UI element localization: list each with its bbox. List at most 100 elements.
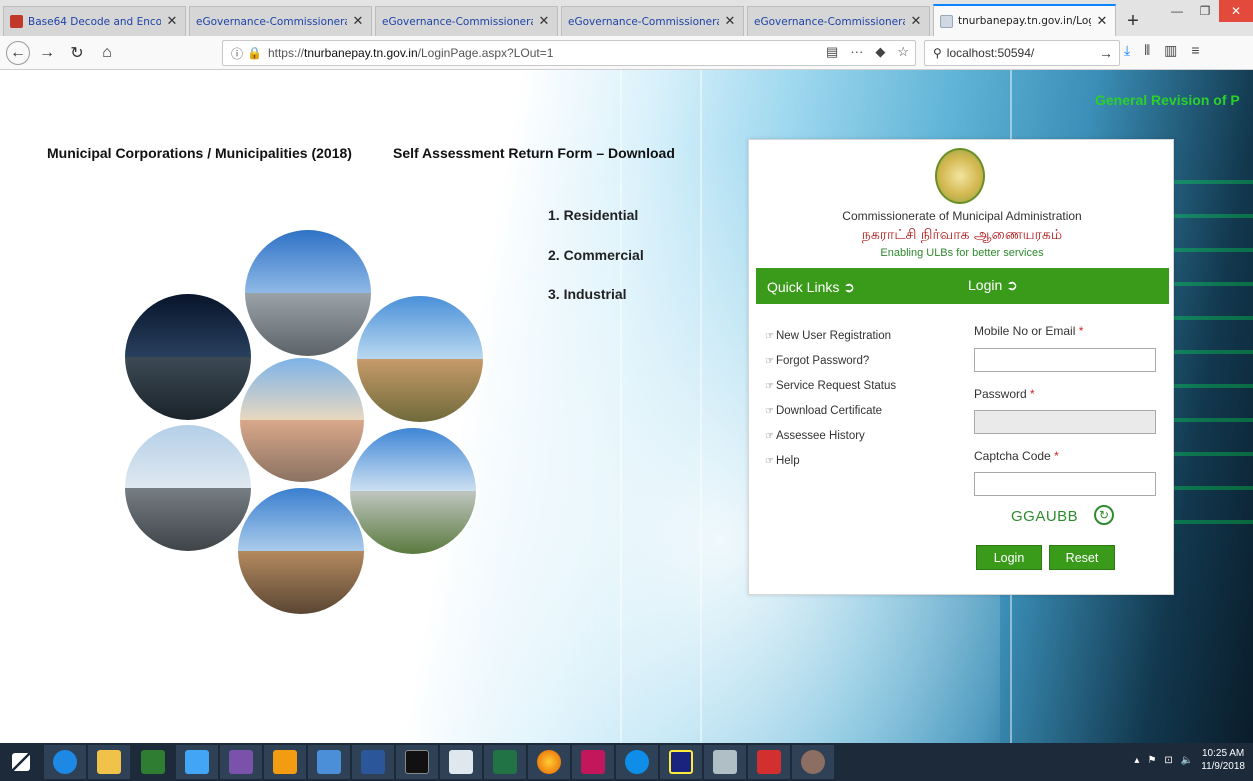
tray-overflow-icon[interactable]: ▴ bbox=[1134, 755, 1139, 766]
download-icon[interactable]: ⤓ bbox=[1124, 42, 1130, 59]
base64-favicon-icon bbox=[10, 15, 23, 28]
bookmark-star-icon[interactable]: ☆ bbox=[897, 44, 909, 60]
browser-tab[interactable]: eGovernance-Commissionerate ✕ bbox=[375, 6, 558, 36]
photos-icon[interactable] bbox=[176, 745, 218, 779]
browser-tab[interactable]: Base64 Decode and Encode ✕ bbox=[3, 6, 186, 36]
notepad-icon[interactable] bbox=[440, 745, 482, 779]
browser-tab[interactable]: eGovernance-Commissionerate ✕ bbox=[189, 6, 372, 36]
firefox-icon[interactable] bbox=[528, 745, 570, 779]
pointing-hand-icon: ☞ bbox=[765, 331, 774, 342]
municipal-heading: Municipal Corporations / Municipalities … bbox=[47, 145, 352, 161]
login-button[interactable]: Login bbox=[976, 545, 1042, 570]
new-user-registration-link[interactable]: ☞ New User Registration bbox=[765, 330, 896, 355]
search-input[interactable]: localhost:50594/ bbox=[947, 46, 1034, 60]
tab-title: eGovernance-Commissionerate bbox=[196, 15, 347, 28]
address-bar[interactable]: ⓘ 🔒 https://tnurbanepay.tn.gov.in/LoginP… bbox=[222, 40, 916, 66]
snipping-icon[interactable] bbox=[572, 745, 614, 779]
browser-nav-bar: ← → ↻ ⌂ ⓘ 🔒 https://tnurbanepay.tn.gov.i… bbox=[0, 36, 1253, 70]
close-tab-icon[interactable]: ✕ bbox=[537, 14, 551, 29]
visual-studio-icon[interactable] bbox=[220, 745, 262, 779]
search-icon: ⚲ bbox=[933, 46, 942, 60]
highway-traffic-image bbox=[125, 425, 251, 551]
forgot-password-link[interactable]: ☞ Forgot Password? bbox=[765, 355, 896, 380]
network-icon[interactable]: ⊡ bbox=[1164, 755, 1172, 766]
password-input[interactable] bbox=[974, 410, 1156, 434]
page-content: General Revision of P Municipal Corporat… bbox=[0, 70, 1253, 743]
browser-tab[interactable]: eGovernance-Commissionerate ✕ bbox=[747, 6, 930, 36]
org-name-tamil: நகராட்சி நிர்வாக ஆணையரகம் bbox=[861, 227, 1063, 243]
outlook-icon[interactable] bbox=[264, 745, 306, 779]
menu-icon[interactable]: ≡ bbox=[1191, 42, 1199, 59]
browser-tab[interactable]: eGovernance-Commissionerate ✕ bbox=[561, 6, 744, 36]
self-assessment-heading: Self Assessment Return Form – Download bbox=[393, 145, 675, 161]
flag-icon[interactable]: ⚑ bbox=[1147, 755, 1156, 766]
back-icon[interactable]: ← bbox=[6, 40, 30, 65]
server-rack-graphic bbox=[1173, 150, 1253, 550]
pointing-hand-icon: ☞ bbox=[765, 406, 774, 417]
volume-icon[interactable]: 🔈 bbox=[1181, 755, 1193, 766]
close-tab-icon[interactable]: ✕ bbox=[909, 14, 923, 29]
system-tray: ▴ ⚑ ⊡ 🔈 10:25 AM 11/9/2018 bbox=[1134, 747, 1245, 773]
close-tab-icon[interactable]: ✕ bbox=[351, 14, 365, 29]
sticky-icon[interactable] bbox=[660, 745, 702, 779]
forward-icon[interactable]: → bbox=[34, 40, 60, 66]
commercial-link[interactable]: 2. Commercial bbox=[548, 247, 644, 263]
refresh-captcha-icon[interactable]: ↻ bbox=[1094, 505, 1114, 525]
apartment-building-image bbox=[240, 358, 364, 482]
clock[interactable]: 10:25 AM 11/9/2018 bbox=[1201, 747, 1245, 773]
acrobat-icon[interactable] bbox=[748, 745, 790, 779]
page-actions-icon[interactable]: ··· bbox=[850, 44, 863, 60]
pointing-hand-icon: ☞ bbox=[765, 381, 774, 392]
browser-tab-active[interactable]: tnurbanepay.tn.gov.in/Login ✕ bbox=[933, 4, 1116, 36]
start-icon[interactable] bbox=[0, 745, 42, 779]
library-icon[interactable]: ⫴ bbox=[1144, 42, 1150, 59]
help-link[interactable]: ☞ Help bbox=[765, 455, 896, 480]
service-request-status-link[interactable]: ☞ Service Request Status bbox=[765, 380, 896, 405]
home-icon[interactable]: ⌂ bbox=[94, 40, 120, 66]
residential-link[interactable]: 1. Residential bbox=[548, 207, 638, 223]
close-window-icon[interactable]: ✕ bbox=[1219, 0, 1253, 22]
go-arrow-icon[interactable]: → bbox=[1099, 45, 1113, 61]
close-tab-icon[interactable]: ✕ bbox=[165, 14, 179, 29]
close-tab-icon[interactable]: ✕ bbox=[1095, 14, 1109, 29]
background-beam bbox=[620, 70, 622, 743]
pointing-hand-icon: ☞ bbox=[765, 431, 774, 442]
download-certificate-link[interactable]: ☞ Download Certificate bbox=[765, 405, 896, 430]
restore-icon[interactable]: ❐ bbox=[1191, 0, 1219, 22]
word-icon[interactable] bbox=[352, 745, 394, 779]
file-explorer-icon[interactable] bbox=[88, 745, 130, 779]
url-host: tnurbanepay.tn.gov.in bbox=[304, 46, 418, 60]
site-info-icon[interactable]: ⓘ bbox=[231, 45, 243, 62]
scrolling-banner: General Revision of P bbox=[1095, 92, 1240, 108]
minimize-icon[interactable]: — bbox=[1163, 0, 1191, 22]
close-tab-icon[interactable]: ✕ bbox=[723, 14, 737, 29]
excel-icon[interactable] bbox=[484, 745, 526, 779]
notes-icon[interactable] bbox=[308, 745, 350, 779]
tools-icon[interactable] bbox=[704, 745, 746, 779]
windows-taskbar: ▴ ⚑ ⊡ 🔈 10:25 AM 11/9/2018 bbox=[0, 743, 1253, 781]
mobile-email-input[interactable] bbox=[974, 348, 1156, 372]
url-prefix: https:// bbox=[267, 46, 304, 60]
cmd-icon[interactable] bbox=[396, 745, 438, 779]
assessee-history-link[interactable]: ☞ Assessee History bbox=[765, 430, 896, 455]
reset-button[interactable]: Reset bbox=[1049, 545, 1115, 570]
paint-icon[interactable] bbox=[792, 745, 834, 779]
reader-view-icon[interactable]: ▤ bbox=[826, 44, 838, 60]
sign-in-arrow-icon: ➲ bbox=[843, 279, 855, 295]
new-tab-button[interactable]: + bbox=[1119, 6, 1147, 36]
login-panel: Commissionerate of Municipal Administrat… bbox=[748, 139, 1174, 595]
captcha-input[interactable] bbox=[974, 472, 1156, 496]
store-icon[interactable] bbox=[132, 745, 174, 779]
mobile-email-label: Mobile No or Email * bbox=[974, 324, 1084, 338]
ie-icon[interactable] bbox=[44, 745, 86, 779]
sign-in-arrow-icon: ➲ bbox=[1006, 277, 1018, 293]
search-bar[interactable]: ⚲ localhost:50594/ → bbox=[924, 40, 1120, 66]
reload-icon[interactable]: ↻ bbox=[64, 40, 90, 66]
tab-title: tnurbanepay.tn.gov.in/Login bbox=[958, 15, 1091, 27]
pocket-icon[interactable]: ◆ bbox=[875, 44, 885, 60]
quick-links-list: ☞ New User Registration ☞ Forgot Password?… bbox=[765, 330, 896, 480]
captcha-text: GGAUBB bbox=[1011, 508, 1079, 525]
teamviewer-icon[interactable] bbox=[616, 745, 658, 779]
sidebar-icon[interactable]: ▥ bbox=[1164, 42, 1177, 59]
industrial-link[interactable]: 3. Industrial bbox=[548, 286, 627, 302]
